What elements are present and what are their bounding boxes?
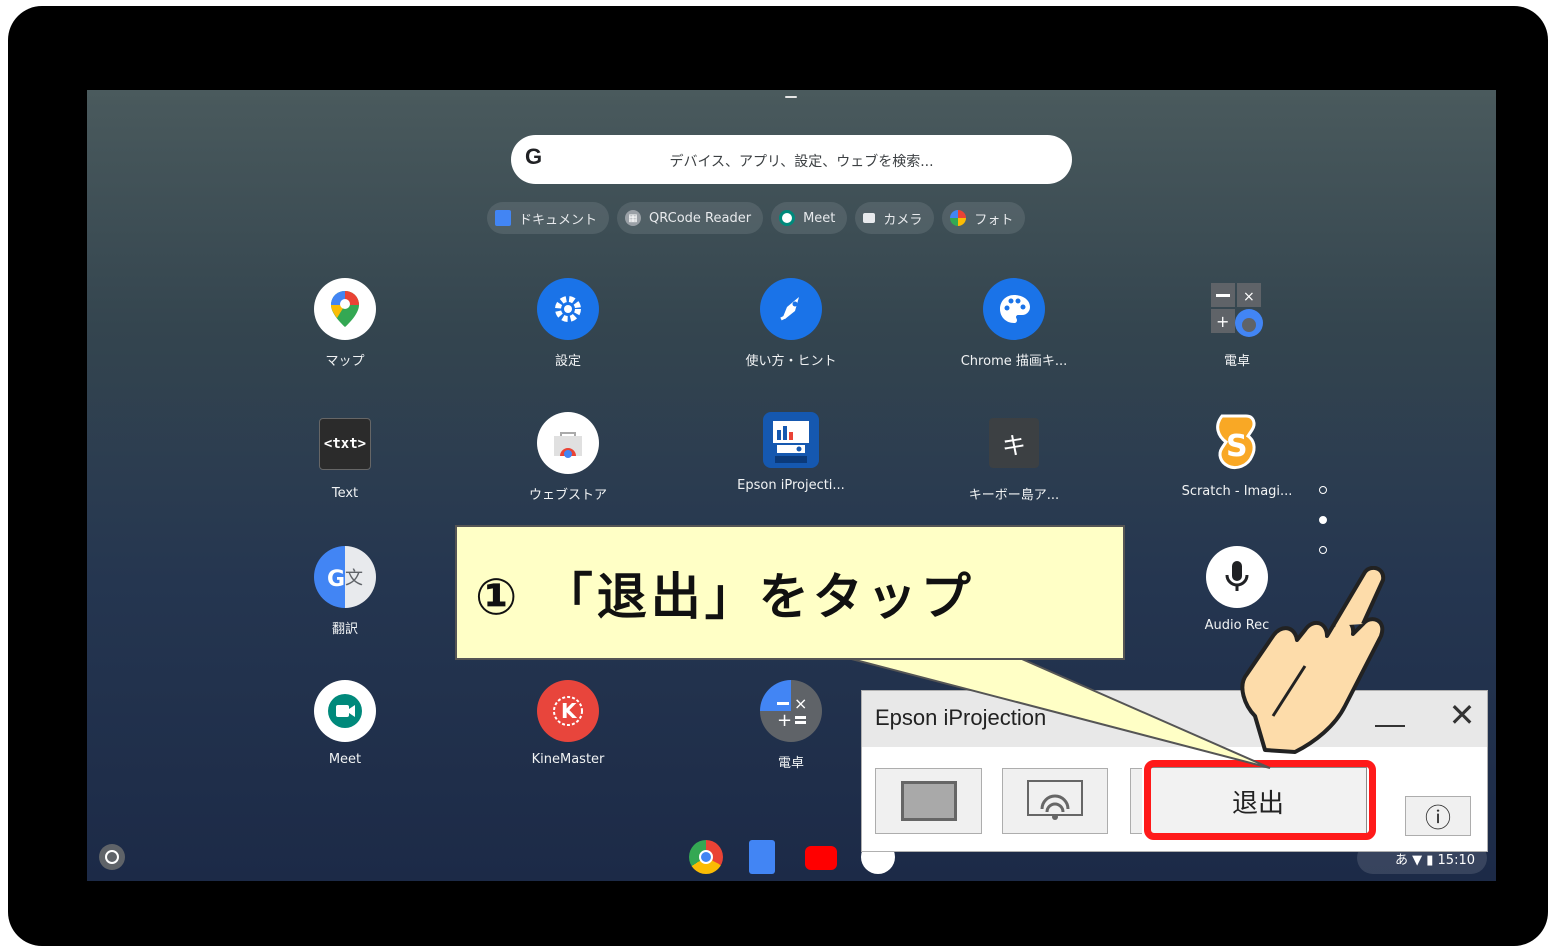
app-label: マップ [325, 354, 365, 369]
launcher-search-box[interactable]: G デバイス、アプリ、設定、ウェブを検索... [511, 135, 1072, 184]
chip-meet[interactable]: Meet [771, 202, 848, 234]
wireless-display-icon [1027, 780, 1083, 820]
app-label: KineMaster [531, 752, 605, 767]
app-label: Chrome 描画キ... [960, 354, 1068, 369]
text-editor-icon: <txt> [319, 418, 371, 470]
page-dot[interactable] [1319, 546, 1327, 554]
search-placeholder: デバイス、アプリ、設定、ウェブを検索... [669, 154, 934, 170]
app-label: 使い方・ヒント [745, 354, 837, 369]
callout-text: ① 「退出」をタップ [475, 568, 975, 626]
info-icon: ⓘ [1424, 803, 1451, 834]
app-calculator-2[interactable]: × + 電卓 [711, 680, 871, 771]
epson-projector-icon [763, 412, 819, 468]
docs-icon [495, 210, 511, 226]
scratch-icon: S [1206, 412, 1268, 474]
launcher-drag-handle[interactable] [785, 96, 797, 98]
chip-camera[interactable]: カメラ [855, 202, 935, 234]
page-dot-active[interactable] [1319, 516, 1327, 524]
page-indicator [1319, 486, 1329, 576]
app-settings[interactable]: 設定 [488, 278, 648, 369]
window-title: Epson iProjection [875, 705, 1047, 730]
app-label: 電卓 [1223, 354, 1250, 369]
app-explore[interactable]: 使い方・ヒント [711, 278, 871, 369]
chrome-icon[interactable] [689, 840, 723, 874]
exit-button-highlight [1144, 760, 1376, 840]
app-label: Epson iProjecti... [737, 478, 845, 493]
suggestion-chips: ドキュメント ▦ QRCode Reader Meet カメラ フォト [487, 202, 1026, 234]
svg-text:+: + [777, 710, 792, 731]
maps-icon [314, 278, 376, 340]
app-web-store[interactable]: ウェブストア [488, 412, 648, 503]
chip-label: カメラ [883, 212, 923, 228]
wireless-mirror-button[interactable] [1002, 768, 1108, 834]
youtube-icon[interactable] [805, 846, 837, 870]
svg-text:S: S [1226, 429, 1248, 464]
app-text[interactable]: <txt> Text [265, 412, 425, 501]
pointing-hand-icon [1240, 566, 1386, 754]
meet-icon [314, 680, 376, 742]
chip-label: フォト [974, 212, 1014, 228]
app-translate[interactable]: G文 翻訳 [265, 546, 425, 637]
page-dot[interactable] [1319, 486, 1327, 494]
info-button[interactable]: ⓘ [1405, 796, 1471, 836]
meet-icon [779, 210, 796, 226]
app-calculator[interactable]: × + 電卓 [1157, 278, 1317, 369]
palette-icon [983, 278, 1045, 340]
app-meet[interactable]: Meet [265, 680, 425, 767]
photos-icon [950, 210, 967, 226]
app-epson-iprojection[interactable]: Epson iProjecti... [711, 412, 871, 493]
svg-text:文: 文 [345, 568, 363, 589]
svg-text:×: × [1243, 289, 1255, 305]
chip-label: Meet [803, 210, 836, 226]
calculator-icon: × + [1206, 278, 1268, 340]
screen-icon [900, 781, 957, 821]
docs-icon[interactable] [749, 840, 775, 874]
button-edge [1130, 768, 1142, 834]
app-maps[interactable]: マップ [265, 278, 425, 369]
app-keyboard-island[interactable]: キ キーボー島ア... [934, 412, 1094, 503]
app-label: ウェブストア [528, 488, 607, 503]
app-label: 翻訳 [331, 622, 358, 637]
camera-icon [863, 213, 876, 223]
chip-label: ドキュメント [519, 212, 598, 228]
app-label: 電卓 [777, 756, 804, 771]
app-chrome-canvas[interactable]: Chrome 描画キ... [934, 278, 1094, 369]
svg-text:K: K [561, 699, 578, 723]
app-label: Text [331, 486, 359, 501]
app-scratch[interactable]: S Scratch - Imagi... [1157, 412, 1317, 499]
translate-icon: G文 [314, 546, 376, 608]
launcher-circle-icon [105, 850, 119, 864]
gear-icon [537, 278, 599, 340]
chip-photos[interactable]: フォト [942, 202, 1026, 234]
calculator-icon: × + [760, 680, 822, 742]
chip-label: QRCode Reader [649, 210, 752, 226]
svg-text:G: G [327, 567, 345, 592]
app-label: 設定 [554, 354, 581, 369]
app-label: キーボー島ア... [968, 488, 1060, 503]
qrcode-icon: ▦ [625, 210, 642, 226]
keyboard-icon: キ [989, 418, 1039, 468]
chip-docs[interactable]: ドキュメント [487, 202, 610, 234]
app-label: Meet [328, 752, 362, 767]
kinemaster-icon: K [537, 680, 599, 742]
screen-display-button[interactable] [875, 768, 982, 834]
chip-qrcode-reader[interactable]: ▦ QRCode Reader [617, 202, 764, 234]
rocket-icon [760, 278, 822, 340]
svg-text:+: + [1216, 312, 1229, 331]
instruction-callout: ① 「退出」をタップ [455, 525, 1125, 660]
app-kinemaster[interactable]: K KineMaster [488, 680, 648, 767]
close-button[interactable]: ✕ [1444, 697, 1480, 733]
app-label: Scratch - Imagi... [1181, 484, 1293, 499]
launcher-button[interactable] [99, 844, 125, 870]
svg-text:×: × [794, 694, 807, 713]
web-store-icon [537, 412, 599, 474]
